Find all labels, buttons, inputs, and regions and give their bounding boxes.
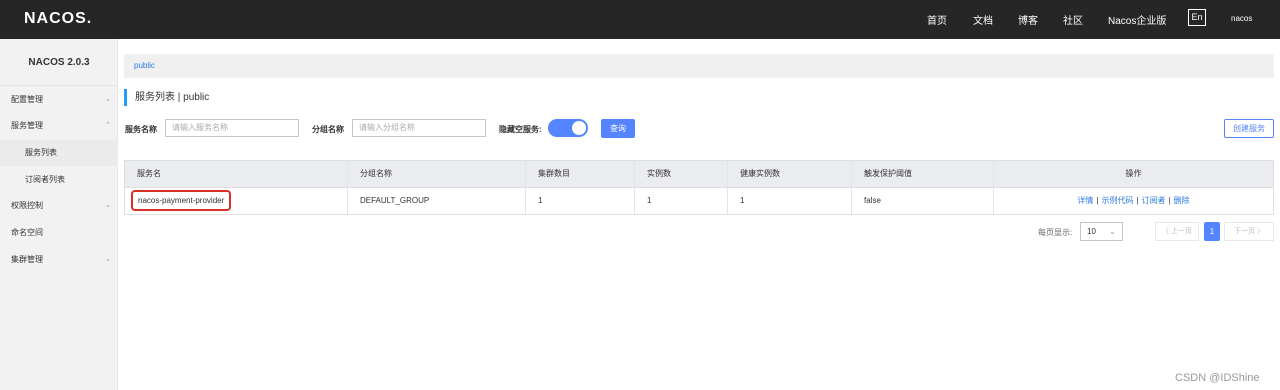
table-header: 服务名 分组名称 集群数目 实例数 健康实例数 触发保护阈值 操作 bbox=[125, 161, 1273, 187]
sidebar-item-label: 命名空间 bbox=[11, 228, 43, 237]
service-name-label: 服务名称 bbox=[125, 125, 157, 134]
subscriber-link[interactable]: 订阅者 bbox=[1142, 196, 1166, 205]
service-name-highlight: nacos-payment-provider bbox=[131, 190, 232, 211]
sidebar-item-label: 集群管理 bbox=[11, 255, 43, 264]
separator: | bbox=[1096, 196, 1099, 205]
sidebar-item-label: 权限控制 bbox=[11, 201, 43, 210]
separator: | bbox=[1136, 196, 1139, 205]
sidebar-title: NACOS 2.0.3 bbox=[0, 39, 118, 86]
sidebar-item-label: 服务列表 bbox=[25, 148, 57, 157]
sidebar: NACOS 2.0.3 配置管理 ⌄ 服务管理 ⌃ 服务列表 订阅者列表 权限控… bbox=[0, 39, 118, 390]
table-row: nacos-payment-provider DEFAULT_GROUP 1 1… bbox=[125, 187, 1273, 214]
user-name[interactable]: nacos bbox=[1231, 14, 1252, 23]
top-bar: NACOS. 首页 文档 博客 社区 Nacos企业版 En nacos bbox=[0, 0, 1280, 39]
delete-link[interactable]: 删除 bbox=[1174, 196, 1190, 205]
page-title: 服务列表 | public bbox=[124, 89, 209, 106]
cell-ops: 详情 | 示例代码 | 订阅者 | 删除 bbox=[994, 188, 1273, 214]
per-page-value: 10 bbox=[1087, 227, 1096, 236]
nav-home[interactable]: 首页 bbox=[927, 12, 947, 27]
hide-empty-label: 隐藏空服务: bbox=[499, 125, 542, 134]
chevron-up-icon: ⌃ bbox=[105, 122, 111, 129]
sidebar-item-subscribers[interactable]: 订阅者列表 bbox=[0, 167, 118, 193]
per-page-select[interactable]: 10 ⌄ bbox=[1080, 222, 1123, 241]
col-header-threshold: 触发保护阈值 bbox=[852, 161, 994, 187]
page-number-button[interactable]: 1 bbox=[1204, 222, 1220, 241]
nav-docs[interactable]: 文档 bbox=[973, 12, 993, 27]
chevron-down-icon: ⌄ bbox=[105, 96, 111, 103]
col-header-instances: 实例数 bbox=[635, 161, 728, 187]
breadcrumb: public bbox=[124, 54, 1274, 78]
col-header-clusters: 集群数目 bbox=[526, 161, 635, 187]
cell-instances: 1 bbox=[635, 188, 728, 214]
per-page-label: 每页显示: bbox=[1038, 228, 1073, 237]
nav-enterprise[interactable]: Nacos企业版 bbox=[1108, 12, 1166, 27]
language-toggle-button[interactable]: En bbox=[1188, 9, 1206, 26]
sidebar-item-label: 订阅者列表 bbox=[25, 175, 65, 184]
chevron-down-icon: ⌄ bbox=[105, 256, 111, 263]
col-header-ops: 操作 bbox=[1125, 169, 1142, 178]
nacos-logo[interactable]: NACOS. bbox=[24, 10, 92, 28]
cell-threshold: false bbox=[852, 188, 994, 214]
prev-page-button[interactable]: 〈 上一页 bbox=[1155, 222, 1199, 241]
col-header-healthy: 健康实例数 bbox=[728, 161, 852, 187]
chevron-down-icon: ⌄ bbox=[105, 202, 111, 209]
nav-community[interactable]: 社区 bbox=[1063, 12, 1083, 27]
sidebar-item-label: 服务管理 bbox=[11, 121, 43, 130]
sample-code-link[interactable]: 示例代码 bbox=[1101, 196, 1133, 205]
detail-link[interactable]: 详情 bbox=[1077, 196, 1093, 205]
cell-healthy: 1 bbox=[728, 188, 852, 214]
sidebar-item-service[interactable]: 服务管理 ⌃ bbox=[0, 113, 118, 139]
sidebar-item-label: 配置管理 bbox=[11, 95, 43, 104]
watermark: CSDN @IDShine bbox=[1175, 372, 1260, 384]
sidebar-item-cluster[interactable]: 集群管理 ⌄ bbox=[0, 247, 118, 273]
breadcrumb-namespace[interactable]: public bbox=[134, 61, 155, 70]
cell-service: nacos-payment-provider bbox=[125, 188, 348, 214]
sidebar-item-namespace[interactable]: 命名空间 bbox=[0, 220, 118, 246]
col-header-group: 分组名称 bbox=[348, 161, 526, 187]
group-name-label: 分组名称 bbox=[312, 125, 344, 134]
service-table: 服务名 分组名称 集群数目 实例数 健康实例数 触发保护阈值 操作 nacos-… bbox=[124, 160, 1274, 215]
toggle-knob bbox=[572, 121, 586, 135]
create-service-button[interactable]: 创建服务 bbox=[1224, 119, 1274, 138]
query-button[interactable]: 查询 bbox=[601, 119, 635, 138]
next-page-button[interactable]: 下一页 〉 bbox=[1224, 222, 1274, 241]
sidebar-item-config[interactable]: 配置管理 ⌄ bbox=[0, 87, 118, 113]
chevron-down-icon: ⌄ bbox=[1109, 227, 1116, 236]
cell-clusters: 1 bbox=[526, 188, 635, 214]
cell-group: DEFAULT_GROUP bbox=[348, 188, 526, 214]
sidebar-item-service-list[interactable]: 服务列表 bbox=[0, 140, 118, 166]
nav-blog[interactable]: 博客 bbox=[1018, 12, 1038, 27]
col-header-service: 服务名 bbox=[125, 161, 348, 187]
sidebar-item-auth[interactable]: 权限控制 ⌄ bbox=[0, 193, 118, 219]
hide-empty-toggle[interactable] bbox=[548, 119, 588, 137]
group-name-input[interactable]: 请输入分组名称 bbox=[352, 119, 486, 137]
service-name-input[interactable]: 请输入服务名称 bbox=[165, 119, 299, 137]
separator: | bbox=[1168, 196, 1171, 205]
